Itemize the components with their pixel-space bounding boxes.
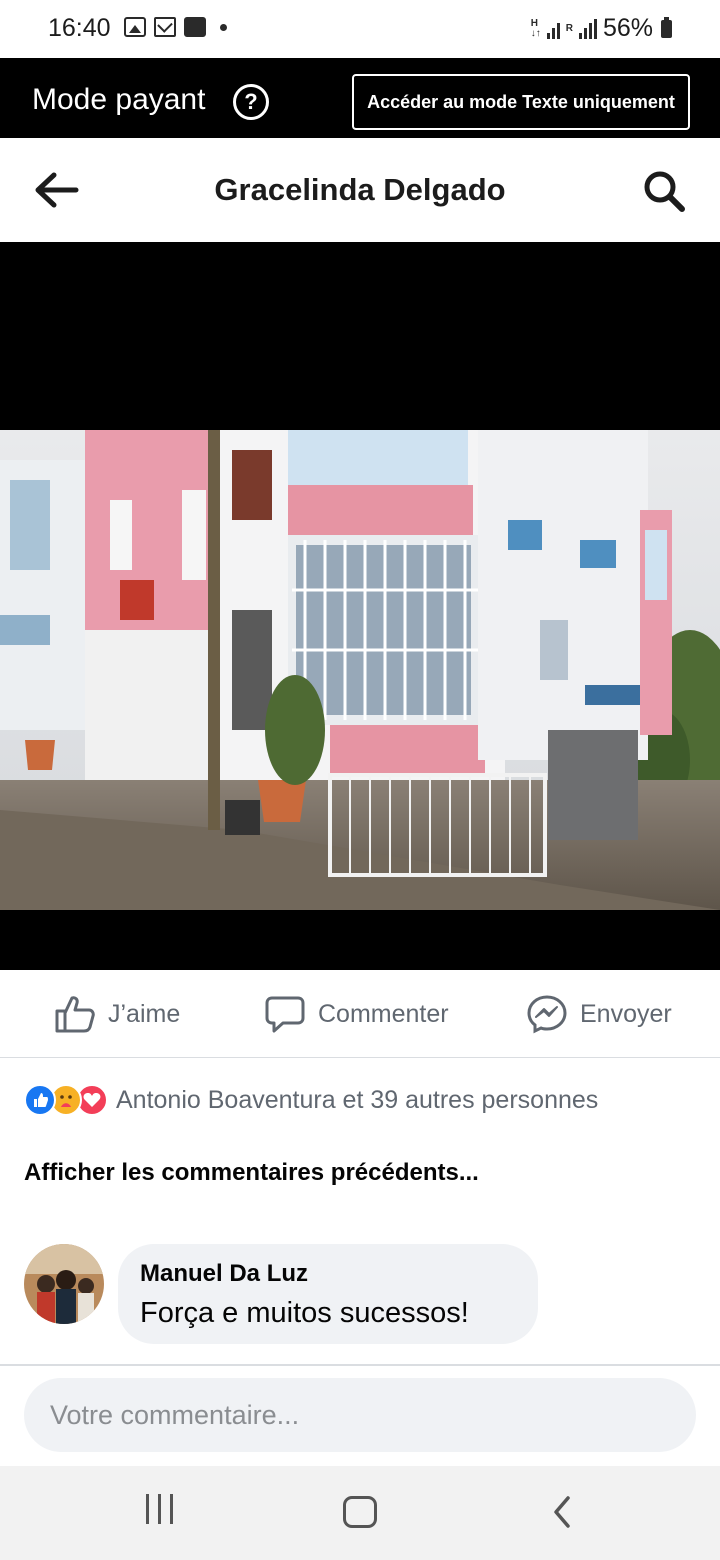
messenger-icon xyxy=(527,995,567,1034)
notification-icons xyxy=(124,17,227,37)
network-type-icon: H ↓↑ xyxy=(530,17,541,39)
signal-icon-2 xyxy=(578,18,597,39)
comment-input[interactable] xyxy=(24,1378,696,1452)
comment-button[interactable]: Commenter xyxy=(264,992,449,1036)
like-reaction-icon xyxy=(24,1084,56,1116)
send-label: Envoyer xyxy=(580,999,672,1028)
dot-icon xyxy=(220,23,227,31)
page-title: Gracelinda Delgado xyxy=(214,172,506,207)
signal-icon xyxy=(546,19,560,39)
text-only-mode-button[interactable]: Accéder au mode Texte uniquement xyxy=(352,74,690,130)
like-label: J’aime xyxy=(108,999,181,1028)
comment-text: Força e muitos sucessos! xyxy=(140,1297,469,1329)
thumbs-up-icon xyxy=(55,996,95,1033)
gallery-icon xyxy=(124,17,146,37)
reactions-summary[interactable]: Antonio Boaventura et 39 autres personne… xyxy=(24,1082,598,1118)
battery-icon xyxy=(661,16,672,38)
gmail-icon xyxy=(154,17,176,37)
composer-divider xyxy=(0,1364,720,1366)
roaming-icon: R xyxy=(565,22,573,34)
reactions-text: Antonio Boaventura et 39 autres personne… xyxy=(116,1085,599,1114)
previous-comments-link[interactable]: Afficher les commentaires précédents... xyxy=(24,1159,479,1187)
card-icon xyxy=(184,17,206,37)
search-icon[interactable] xyxy=(640,168,688,214)
recent-apps-icon[interactable] xyxy=(142,1494,176,1530)
mode-title: Mode payant xyxy=(32,83,206,116)
nav-back-icon[interactable] xyxy=(548,1494,578,1530)
comment-icon xyxy=(265,996,305,1033)
battery-percent: 56% xyxy=(602,14,653,42)
like-button[interactable]: J’aime xyxy=(54,992,180,1036)
status-time: 16:40 xyxy=(48,14,111,42)
status-bar: 16:40 H ↓↑ R 56% xyxy=(0,0,720,58)
status-right: H ↓↑ R 56% xyxy=(531,14,672,43)
home-icon[interactable] xyxy=(343,1496,377,1528)
send-button[interactable]: Envoyer xyxy=(526,992,672,1036)
comment-author[interactable]: Manuel Da Luz xyxy=(140,1260,308,1288)
post-photo[interactable] xyxy=(0,430,720,910)
avatar[interactable] xyxy=(24,1244,104,1324)
comment-label: Commenter xyxy=(318,999,449,1028)
help-icon[interactable]: ? xyxy=(233,84,269,120)
